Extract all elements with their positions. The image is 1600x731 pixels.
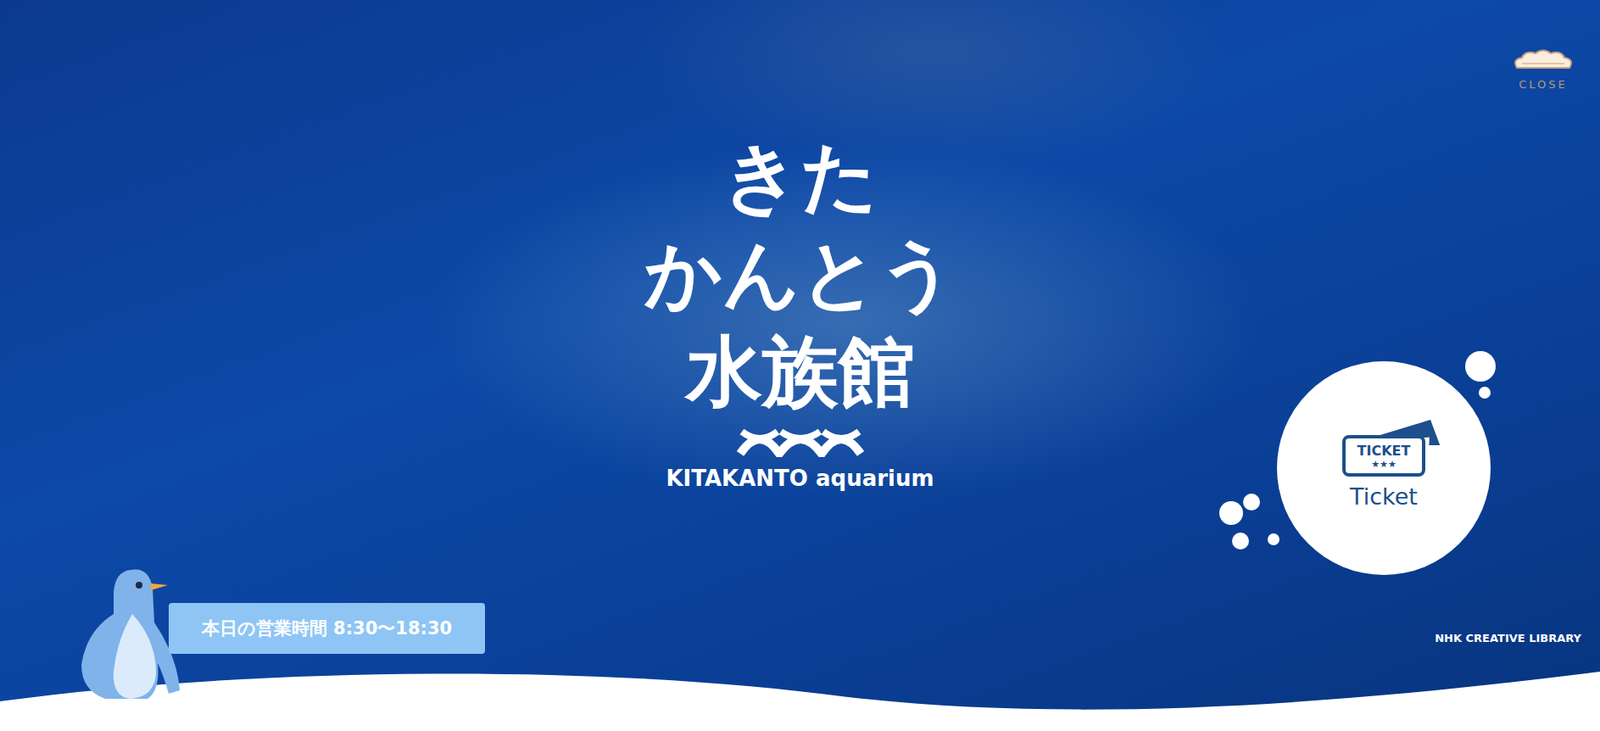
- close-label: CLOSE: [1518, 78, 1568, 91]
- ticket-stars: ★★★: [1371, 458, 1397, 470]
- opening-hours: 本日の営業時間 8:30〜18:30: [168, 602, 486, 654]
- splash-dot: [1243, 493, 1260, 511]
- ticket-box: TICKET★★★: [1342, 434, 1427, 477]
- ticket-icon-text: TICKET: [1357, 443, 1411, 459]
- splash-dot: [1465, 351, 1496, 382]
- splash-dot: [1267, 533, 1280, 546]
- splash-dot: [1478, 386, 1491, 399]
- splash-dot: [1219, 501, 1244, 525]
- logo-line: きた: [722, 127, 879, 225]
- cloud-icon: [1510, 47, 1577, 75]
- splash-dot: [1232, 532, 1249, 550]
- logo-line: かんとう: [644, 224, 957, 323]
- wave-icon: [736, 419, 865, 458]
- ticket-label: Ticket: [1349, 483, 1418, 510]
- ticket-button[interactable]: TICKET★★★ Ticket: [1276, 361, 1491, 575]
- site-logo[interactable]: きたかんとう水族館 KITAKANTO aquarium: [644, 127, 957, 491]
- ticket-icon: TICKET★★★: [1342, 426, 1427, 477]
- logo-english: KITAKANTO aquarium: [665, 465, 934, 491]
- bottom-wave: [0, 663, 1600, 731]
- logo-line: 水族館: [685, 322, 915, 420]
- video-credit: NHK CREATIVE LIBRARY: [1434, 631, 1582, 645]
- close-button[interactable]: CLOSE: [1510, 47, 1577, 91]
- hero-video: きたかんとう水族館 KITAKANTO aquarium CLOSE TICKET★★…: [0, 0, 1600, 731]
